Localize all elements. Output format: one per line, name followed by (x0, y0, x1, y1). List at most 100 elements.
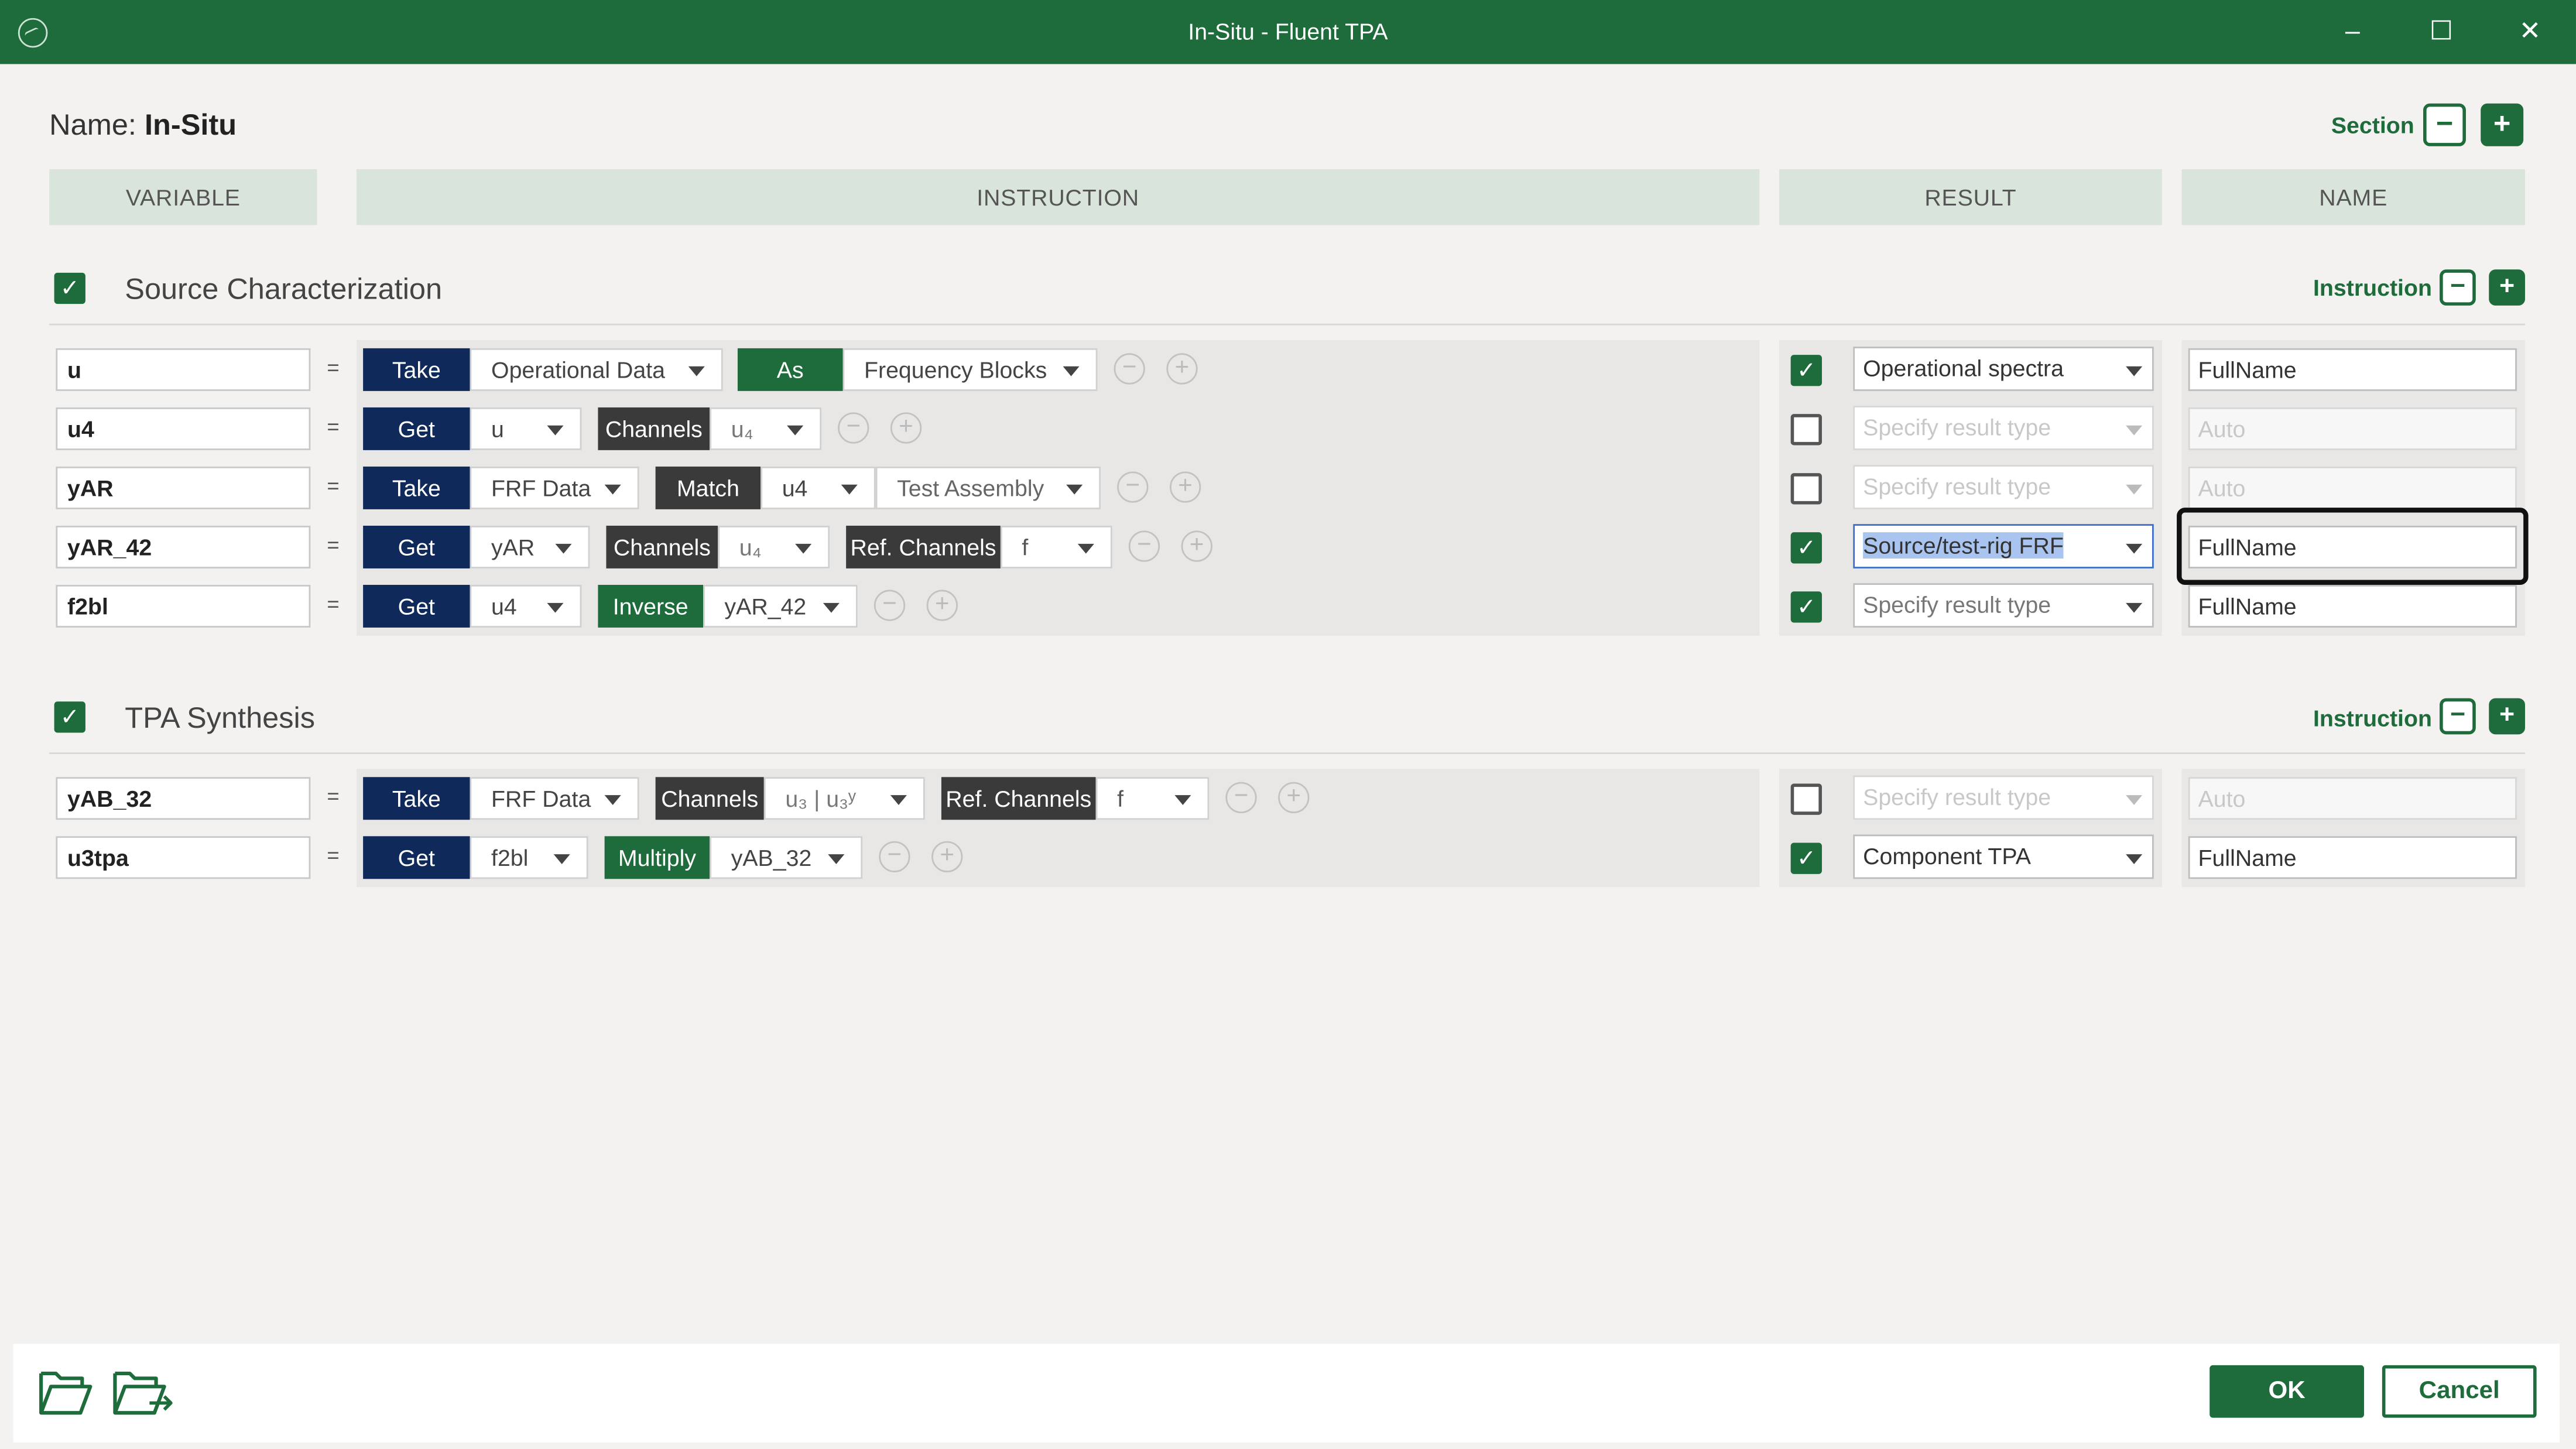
result-type-select[interactable]: Specify result type (1853, 775, 2154, 820)
result-type-select[interactable]: Operational spectra (1853, 347, 2154, 391)
add-instruction-button[interactable]: + (2489, 698, 2525, 735)
keyword-as[interactable]: As (737, 348, 843, 391)
result-type-select[interactable]: Component TPA (1853, 834, 2154, 879)
keyword-inverse[interactable]: Inverse (598, 584, 704, 628)
operand-dropdown[interactable]: yAR_42 (703, 584, 858, 628)
result-type-select[interactable]: Specify result type (1853, 465, 2154, 509)
remove-operation-icon[interactable]: − (1114, 353, 1145, 385)
operand-dropdown[interactable]: yAB_32 (710, 836, 863, 879)
name-value: In-Situ (145, 108, 237, 142)
add-section-button[interactable]: + (2481, 103, 2524, 146)
remove-operation-icon[interactable]: − (1225, 782, 1257, 814)
remove-operation-icon[interactable]: − (838, 412, 869, 444)
remove-operation-icon[interactable]: − (873, 590, 906, 621)
source-dropdown[interactable]: FRF Data (470, 466, 639, 509)
name-input[interactable]: Auto (2188, 466, 2517, 509)
variable-input[interactable]: u3tpa (56, 836, 311, 879)
add-operation-icon[interactable]: + (1278, 782, 1310, 814)
source-dropdown[interactable]: u4 (470, 584, 582, 628)
keyword-get[interactable]: Get (363, 407, 470, 450)
equals-sign: = (327, 414, 340, 439)
name-input[interactable]: Auto (2188, 407, 2517, 450)
section-checkbox-tpa-synthesis[interactable]: ✓ (54, 701, 85, 733)
result-type-select[interactable]: Specify result type (1853, 406, 2154, 450)
keyword-take[interactable]: Take (363, 777, 470, 820)
variable-input[interactable]: yAB_32 (56, 777, 311, 820)
result-checkbox[interactable] (1790, 414, 1822, 446)
channels-dropdown[interactable]: u₄ (710, 407, 822, 450)
remove-operation-icon[interactable]: − (1117, 471, 1149, 503)
result-checkbox[interactable]: ✓ (1790, 532, 1822, 564)
channels-dropdown[interactable]: u₄ (718, 525, 830, 568)
keyword-channels[interactable]: Channels (655, 777, 764, 820)
add-operation-icon[interactable]: + (1181, 530, 1212, 562)
dialog-window: In-Situ - Fluent TPA – ☐ ✕ Name: In-Situ… (0, 0, 2576, 1449)
variable-input[interactable]: u4 (56, 407, 311, 450)
result-checkbox[interactable]: ✓ (1790, 355, 1822, 386)
variable-input[interactable]: f2bl (56, 584, 311, 628)
dropdown-value: u4 (491, 593, 517, 619)
result-checkbox[interactable] (1790, 473, 1822, 505)
name-input[interactable]: FullName (2188, 836, 2517, 879)
keyword-multiply[interactable]: Multiply (604, 836, 710, 879)
match-dropdown[interactable]: u4 (761, 466, 876, 509)
add-operation-icon[interactable]: + (1169, 471, 1201, 503)
result-checkbox[interactable] (1790, 783, 1822, 815)
cancel-button[interactable]: Cancel (2382, 1365, 2537, 1418)
dropdown-value: Operational Data (491, 356, 666, 383)
source-dropdown[interactable]: f2bl (470, 836, 588, 879)
assembly-dropdown[interactable]: Test Assembly (875, 466, 1101, 509)
keyword-take[interactable]: Take (363, 466, 470, 509)
remove-section-button[interactable]: − (2423, 103, 2466, 146)
keyword-ref-channels[interactable]: Ref. Channels (846, 525, 1001, 568)
name-input[interactable]: FullName (2188, 584, 2517, 628)
source-dropdown[interactable]: FRF Data (470, 777, 639, 820)
variable-input[interactable]: u (56, 348, 311, 391)
dropdown-value: yAR (491, 533, 535, 560)
dropdown-arrow-icon (547, 425, 564, 436)
result-type-select[interactable]: Source/test-rig FRF (1853, 524, 2154, 568)
keyword-ref-channels[interactable]: Ref. Channels (941, 777, 1096, 820)
keyword-channels[interactable]: Channels (598, 407, 710, 450)
source-dropdown[interactable]: yAR (470, 525, 590, 568)
name-input[interactable]: FullName (2188, 348, 2517, 391)
keyword-get[interactable]: Get (363, 584, 470, 628)
section-checkbox-source-characterization[interactable]: ✓ (54, 272, 85, 304)
channels-dropdown[interactable]: u₃ | u₃ʸ (763, 777, 925, 820)
keyword-get[interactable]: Get (363, 525, 470, 568)
variable-input[interactable]: yAR_42 (56, 525, 311, 568)
remove-instruction-button[interactable]: − (2440, 269, 2476, 306)
format-dropdown[interactable]: Frequency Blocks (842, 348, 1098, 391)
keyword-match[interactable]: Match (655, 466, 761, 509)
keyword-take[interactable]: Take (363, 348, 470, 391)
ref-channels-dropdown[interactable]: f (1000, 525, 1112, 568)
section-divider (49, 752, 2525, 754)
result-checkbox[interactable]: ✓ (1790, 842, 1822, 874)
add-instruction-button[interactable]: + (2489, 269, 2525, 306)
minimize-button[interactable]: – (2333, 13, 2372, 52)
open-folder-icon[interactable] (36, 1364, 95, 1419)
remove-operation-icon[interactable]: − (879, 841, 910, 873)
remove-instruction-button[interactable]: − (2440, 698, 2476, 735)
name-input[interactable]: Auto (2188, 777, 2517, 820)
close-button[interactable]: ✕ (2510, 13, 2550, 52)
keyword-get[interactable]: Get (363, 836, 470, 879)
keyword-channels[interactable]: Channels (606, 525, 718, 568)
remove-operation-icon[interactable]: − (1128, 530, 1160, 562)
title-bar: In-Situ - Fluent TPA – ☐ ✕ (0, 0, 2576, 64)
add-operation-icon[interactable]: + (890, 412, 922, 444)
add-operation-icon[interactable]: + (926, 590, 958, 621)
source-dropdown[interactable]: Operational Data (470, 348, 723, 391)
result-type-select[interactable]: Specify result type (1853, 583, 2154, 628)
variable-input[interactable]: yAR (56, 466, 311, 509)
ref-channels-dropdown[interactable]: f (1095, 777, 1210, 820)
add-operation-icon[interactable]: + (1166, 353, 1198, 385)
maximize-button[interactable]: ☐ (2421, 13, 2461, 52)
source-dropdown[interactable]: u (470, 407, 582, 450)
save-folder-icon[interactable] (110, 1364, 176, 1419)
ok-button[interactable]: OK (2210, 1365, 2364, 1418)
add-operation-icon[interactable]: + (931, 841, 963, 873)
dropdown-arrow-icon (1174, 795, 1191, 805)
dropdown-value: FRF Data (491, 785, 591, 812)
result-checkbox[interactable]: ✓ (1790, 591, 1822, 623)
